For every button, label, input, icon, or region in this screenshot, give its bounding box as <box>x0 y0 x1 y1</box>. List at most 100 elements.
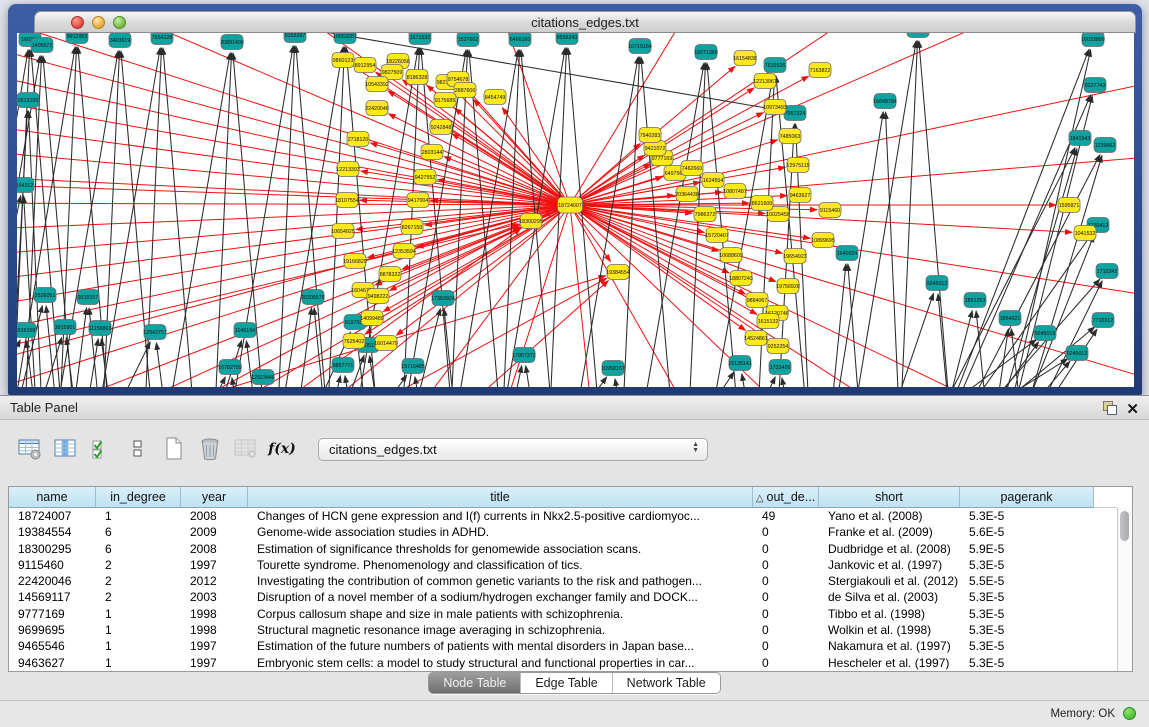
scrollbar-thumb[interactable] <box>1120 511 1129 541</box>
table-cell[interactable]: Franke et al. (2009) <box>819 524 960 540</box>
table-cell[interactable]: 1997 <box>181 655 248 671</box>
table-cell[interactable]: Investigating the contribution of common… <box>248 573 753 589</box>
table-scrollbar[interactable] <box>1117 508 1132 671</box>
table-cell[interactable]: 1998 <box>181 622 248 638</box>
delete-column-icon[interactable] <box>196 435 224 463</box>
column-header-year[interactable]: year <box>181 487 248 508</box>
table-cell[interactable]: 5.3E-5 <box>960 589 1094 605</box>
table-row[interactable]: 1830029562008Estimation of significance … <box>9 541 1117 557</box>
table-selector[interactable]: citations_edges.txt ▲▼ <box>318 438 708 461</box>
table-row[interactable]: 977716911998Corpus callosum shape and si… <box>9 606 1117 622</box>
column-header-out_degree[interactable]: △out_de... <box>753 487 819 508</box>
table-row[interactable]: 911546021997Tourette syndrome. Phenomeno… <box>9 557 1117 573</box>
table-cell[interactable]: Structural magnetic resonance image aver… <box>248 622 753 638</box>
table-cell[interactable]: 19384554 <box>9 524 96 540</box>
float-panel-icon[interactable] <box>1103 401 1117 415</box>
table-row[interactable]: 1872400712008Changes of HCN gene express… <box>9 508 1117 524</box>
table-cell[interactable]: 2009 <box>181 524 248 540</box>
column-header-title[interactable]: title <box>248 487 753 508</box>
table-cell[interactable]: de Silva et al. (2003) <box>819 589 960 605</box>
table-cell[interactable]: Estimation of the future numbers of pati… <box>248 638 753 654</box>
table-cell[interactable]: 5.3E-5 <box>960 655 1094 671</box>
table-cell[interactable]: 1997 <box>181 557 248 573</box>
table-cell[interactable]: 2 <box>96 589 181 605</box>
table-cell[interactable]: 0 <box>753 655 819 671</box>
table-cell[interactable]: 5.3E-5 <box>960 622 1094 638</box>
table-row[interactable]: 1456911722003Disruption of a novel membe… <box>9 589 1117 605</box>
table-cell[interactable]: 2012 <box>181 573 248 589</box>
table-cell[interactable]: 0 <box>753 524 819 540</box>
table-cell[interactable]: 1 <box>96 606 181 622</box>
table-cell[interactable]: 9115460 <box>9 557 96 573</box>
table-row[interactable]: 2242004622012Investigating the contribut… <box>9 573 1117 589</box>
table-cell[interactable]: 5.5E-5 <box>960 573 1094 589</box>
table-cell[interactable]: 18724007 <box>9 508 96 524</box>
row-selection-icon[interactable] <box>88 435 116 463</box>
function-builder-icon[interactable]: f(x) <box>268 435 296 463</box>
table-cell[interactable]: Estimation of significance thresholds fo… <box>248 541 753 557</box>
table-cell[interactable]: 1 <box>96 508 181 524</box>
new-column-icon[interactable] <box>160 435 188 463</box>
network-canvas[interactable]: 1603381405572991295334036197654128208914… <box>17 33 1134 387</box>
table-cell[interactable]: 22420046 <box>9 573 96 589</box>
table-cell[interactable]: 2008 <box>181 508 248 524</box>
table-cell[interactable]: 2003 <box>181 589 248 605</box>
table-cell[interactable]: 14569117 <box>9 589 96 605</box>
window-titlebar[interactable]: citations_edges.txt <box>34 11 1136 33</box>
table-row[interactable]: 946362711997Embryonic stem cells: a mode… <box>9 655 1117 671</box>
column-header-short[interactable]: short <box>819 487 960 508</box>
table-cell[interactable]: Jankovic et al. (1997) <box>819 557 960 573</box>
column-header-pagerank[interactable]: pagerank <box>960 487 1094 508</box>
table-cell[interactable]: Hescheler et al. (1997) <box>819 655 960 671</box>
row-height-icon[interactable] <box>124 435 152 463</box>
table-cell[interactable]: 2 <box>96 573 181 589</box>
table-cell[interactable]: 5.3E-5 <box>960 638 1094 654</box>
table-cell[interactable]: 1 <box>96 638 181 654</box>
table-cell[interactable]: Wolkin et al. (1998) <box>819 622 960 638</box>
table-cell[interactable]: Dudbridge et al. (2008) <box>819 541 960 557</box>
table-cell[interactable]: 0 <box>753 606 819 622</box>
table-cell[interactable]: 5.3E-5 <box>960 557 1094 573</box>
table-cell[interactable]: 5.3E-5 <box>960 606 1094 622</box>
delete-table-icon[interactable] <box>232 435 260 463</box>
column-header-in_degree[interactable]: in_degree <box>96 487 181 508</box>
table-cell[interactable]: Stergiakouli et al. (2012) <box>819 573 960 589</box>
tab-edge-table[interactable]: Edge Table <box>520 673 611 693</box>
table-cell[interactable]: 0 <box>753 557 819 573</box>
table-cell[interactable]: 18300295 <box>9 541 96 557</box>
table-cell[interactable]: Corpus callosum shape and size in male p… <box>248 606 753 622</box>
table-cell[interactable]: 9463627 <box>9 655 96 671</box>
table-cell[interactable]: 0 <box>753 622 819 638</box>
column-header-name[interactable]: name <box>9 487 96 508</box>
table-cell[interactable]: 0 <box>753 573 819 589</box>
table-settings-icon[interactable] <box>16 435 44 463</box>
table-cell[interactable]: 5.3E-5 <box>960 508 1094 524</box>
table-cell[interactable]: 1 <box>96 655 181 671</box>
table-cell[interactable]: 6 <box>96 524 181 540</box>
table-cell[interactable]: 0 <box>753 589 819 605</box>
table-cell[interactable]: 1997 <box>181 638 248 654</box>
table-cell[interactable]: 9777169 <box>9 606 96 622</box>
table-cell[interactable]: 2008 <box>181 541 248 557</box>
column-visibility-icon[interactable] <box>52 435 80 463</box>
table-cell[interactable]: 2 <box>96 557 181 573</box>
table-cell[interactable]: 0 <box>753 638 819 654</box>
table-cell[interactable]: Yano et al. (2008) <box>819 508 960 524</box>
table-cell[interactable]: 1 <box>96 622 181 638</box>
table-cell[interactable]: Genome-wide association studies in ADHD. <box>248 524 753 540</box>
table-cell[interactable]: 49 <box>753 508 819 524</box>
tab-node-table[interactable]: Node Table <box>429 673 520 693</box>
close-panel-icon[interactable]: ✕ <box>1126 398 1139 421</box>
table-row[interactable]: 946554611997Estimation of the future num… <box>9 638 1117 654</box>
table-cell[interactable]: Nakamura et al. (1997) <box>819 638 960 654</box>
table-cell[interactable]: 0 <box>753 541 819 557</box>
table-row[interactable]: 1938455462009Genome-wide association stu… <box>9 524 1117 540</box>
table-cell[interactable]: 1998 <box>181 606 248 622</box>
table-cell[interactable]: 6 <box>96 541 181 557</box>
table-cell[interactable]: Disruption of a novel member of a sodium… <box>248 589 753 605</box>
table-cell[interactable]: Embryonic stem cells: a model to study s… <box>248 655 753 671</box>
table-cell[interactable]: 9699695 <box>9 622 96 638</box>
table-cell[interactable]: 9465546 <box>9 638 96 654</box>
table-cell[interactable]: 5.9E-5 <box>960 541 1094 557</box>
table-cell[interactable]: Tibbo et al. (1998) <box>819 606 960 622</box>
